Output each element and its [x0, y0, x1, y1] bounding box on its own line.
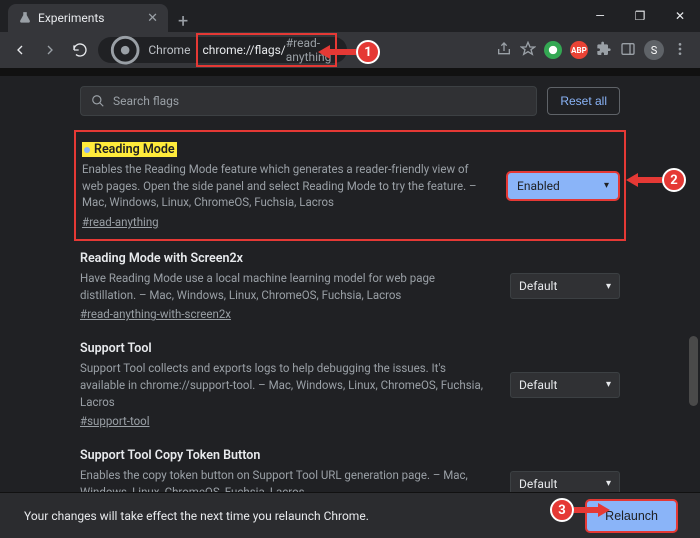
- reload-button[interactable]: [68, 38, 92, 62]
- reset-all-button[interactable]: Reset all: [547, 87, 620, 115]
- flag-title: Reading Mode with Screen2x: [80, 251, 488, 266]
- url-highlight-box: chrome://flags/#read-anything: [196, 33, 337, 67]
- flag-description: Have Reading Mode use a local machine le…: [80, 270, 488, 303]
- url-fragment: #read-anything: [286, 36, 332, 64]
- flag-reading-mode-screen2x: Reading Mode with Screen2x Have Reading …: [74, 241, 626, 331]
- flag-reading-mode: Reading Mode Enables the Reading Mode fe…: [74, 130, 626, 241]
- flags-list: Reading Mode Enables the Reading Mode fe…: [0, 126, 700, 529]
- new-tab-button[interactable]: +: [168, 11, 198, 32]
- toolbar-right: ABP S: [496, 40, 692, 60]
- dropdown-value: Default: [519, 279, 557, 293]
- search-row: Search flags Reset all: [0, 76, 700, 126]
- flag-dropdown-default[interactable]: Default ▾: [510, 273, 620, 299]
- flag-dropdown-default[interactable]: Default ▾: [510, 372, 620, 398]
- chevron-down-icon: ▾: [606, 379, 611, 390]
- flag-anchor-link[interactable]: #read-anything-with-screen2x: [80, 307, 231, 321]
- maximize-button[interactable]: ❐: [620, 0, 660, 32]
- flag-dropdown-enabled[interactable]: Enabled ▾: [508, 173, 618, 199]
- relaunch-button[interactable]: Relaunch: [587, 501, 676, 531]
- back-button[interactable]: [8, 38, 32, 62]
- flag-title: Support Tool: [80, 341, 488, 356]
- search-flags-input[interactable]: Search flags: [80, 86, 537, 116]
- flags-page: Search flags Reset all Reading Mode Enab…: [0, 76, 700, 538]
- flask-icon: [18, 11, 32, 25]
- profile-avatar[interactable]: S: [644, 40, 664, 60]
- window-controls: — ❐ ✕: [580, 0, 700, 32]
- relaunch-bar: Your changes will take effect the next t…: [0, 492, 700, 538]
- minimize-button[interactable]: —: [580, 0, 620, 32]
- tab-title: Experiments: [38, 11, 105, 25]
- flag-description: Support Tool collects and exports logs t…: [80, 360, 488, 410]
- scrollbar-thumb[interactable]: [689, 336, 698, 406]
- chevron-down-icon: ▾: [606, 478, 611, 489]
- share-icon[interactable]: [496, 41, 512, 60]
- url-path: chrome://flags/: [202, 43, 285, 57]
- extensions-puzzle-icon[interactable]: [596, 41, 612, 60]
- dropdown-value: Default: [519, 477, 557, 491]
- forward-button[interactable]: [38, 38, 62, 62]
- chrome-scheme-label: Chrome: [148, 43, 190, 57]
- dropdown-value: Enabled: [517, 179, 560, 193]
- close-window-button[interactable]: ✕: [660, 0, 700, 32]
- close-tab-icon[interactable]: ✕: [147, 11, 158, 26]
- address-bar[interactable]: Chrome chrome://flags/#read-anything: [98, 37, 347, 63]
- search-placeholder: Search flags: [113, 94, 179, 108]
- flag-title: Reading Mode: [82, 142, 177, 157]
- flag-support-tool: Support Tool Support Tool collects and e…: [74, 331, 626, 438]
- side-panel-icon[interactable]: [620, 41, 636, 60]
- kebab-menu-icon[interactable]: [672, 41, 688, 60]
- bookmark-star-icon[interactable]: [520, 41, 536, 60]
- titlebar: Experiments ✕ + — ❐ ✕: [0, 0, 700, 32]
- flag-anchor-link[interactable]: #support-tool: [80, 414, 150, 428]
- chevron-down-icon: ▾: [606, 281, 611, 292]
- flag-title: Support Tool Copy Token Button: [80, 448, 488, 463]
- dropdown-value: Default: [519, 378, 557, 392]
- extension-green-icon[interactable]: [544, 41, 562, 59]
- flag-description: Enables the Reading Mode feature which g…: [82, 161, 486, 211]
- browser-toolbar: Chrome chrome://flags/#read-anything ABP…: [0, 32, 700, 68]
- toolbar-divider: [0, 68, 700, 76]
- extension-abp-icon[interactable]: ABP: [570, 41, 588, 59]
- browser-tab[interactable]: Experiments ✕: [8, 4, 168, 32]
- chevron-down-icon: ▾: [604, 180, 609, 191]
- chrome-icon: [108, 33, 142, 67]
- relaunch-message: Your changes will take effect the next t…: [24, 509, 369, 523]
- flag-anchor-link[interactable]: #read-anything: [82, 215, 159, 229]
- search-icon: [91, 94, 105, 108]
